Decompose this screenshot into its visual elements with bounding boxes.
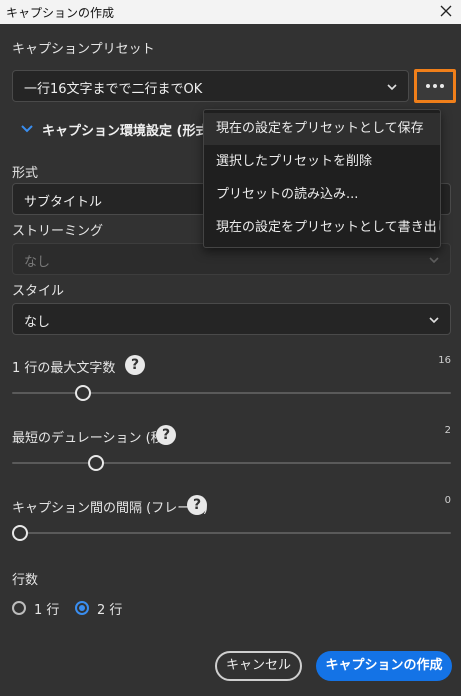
max-chars-slider[interactable] (12, 385, 451, 401)
min-duration-label: 最短のデュレーション (秒) (12, 431, 169, 446)
chevron-down-icon (387, 84, 397, 91)
preset-select[interactable]: 一行16文字までで二行までOK (12, 70, 409, 102)
menu-item-import-preset[interactable]: プリセットの読み込み... (204, 179, 440, 211)
format-label: 形式 (12, 166, 39, 181)
style-select-value: なし (24, 315, 51, 330)
format-select-value: サブタイトル (24, 195, 103, 210)
max-chars-value: 16 (438, 355, 451, 366)
section-title: キャプション環境設定 (形式、 (42, 124, 222, 139)
preset-more-button[interactable] (414, 69, 456, 103)
window-title: キャプションの作成 (6, 6, 115, 20)
radio-2-lines[interactable] (75, 601, 89, 615)
streaming-select-value: なし (24, 255, 51, 270)
slider-thumb[interactable] (75, 385, 92, 401)
slider-track (12, 532, 451, 534)
min-duration-value: 2 (444, 425, 451, 436)
style-label: スタイル (12, 284, 65, 299)
radio-2-lines-label: 2 行 (97, 603, 123, 618)
menu-item-save-preset[interactable]: 現在の設定をプリセットとして保存 (204, 113, 440, 145)
help-icon[interactable]: ? (187, 495, 207, 515)
style-select[interactable]: なし (12, 303, 451, 335)
radio-1-line[interactable] (12, 601, 26, 615)
slider-thumb[interactable] (88, 455, 105, 471)
menu-item-export-preset[interactable]: 現在の設定をプリセットとして書き出し... (204, 212, 440, 244)
help-icon[interactable]: ? (156, 425, 176, 445)
create-captions-button[interactable]: キャプションの作成 (316, 651, 452, 681)
preset-label: キャプションプリセット (12, 42, 155, 57)
gap-label: キャプション間の間隔 (フレーム) (12, 501, 208, 516)
title-bar: キャプションの作成 (0, 0, 461, 24)
close-icon[interactable] (437, 2, 455, 20)
help-icon[interactable]: ? (125, 355, 145, 375)
slider-thumb[interactable] (12, 525, 28, 541)
slider-track (12, 462, 451, 464)
chevron-down-icon (429, 317, 439, 324)
gap-slider[interactable] (12, 525, 451, 541)
gap-value: 0 (444, 495, 451, 506)
max-chars-label: 1 行の最大文字数 (12, 361, 116, 376)
lines-label: 行数 (12, 573, 39, 588)
chevron-down-icon (429, 257, 439, 264)
ellipsis-icon (426, 84, 444, 88)
streaming-label: ストリーミング (12, 224, 104, 239)
min-duration-slider[interactable] (12, 455, 451, 471)
menu-item-delete-preset[interactable]: 選択したプリセットを削除 (204, 146, 440, 178)
preset-options-menu: 現在の設定をプリセットとして保存 選択したプリセットを削除 プリセットの読み込み… (203, 109, 441, 248)
preset-select-value: 一行16文字までで二行までOK (24, 82, 203, 97)
chevron-down-icon (21, 125, 33, 133)
radio-1-line-label: 1 行 (34, 603, 60, 618)
cancel-button[interactable]: キャンセル (215, 651, 302, 681)
